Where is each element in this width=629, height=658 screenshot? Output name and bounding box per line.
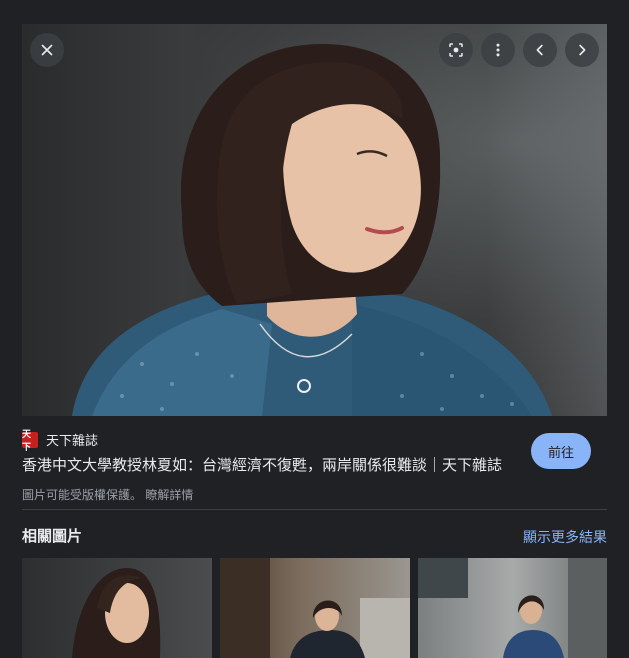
related-image-1[interactable]: [22, 558, 212, 658]
learn-more-link[interactable]: 瞭解詳情: [145, 488, 193, 502]
next-image-button[interactable]: [565, 33, 599, 67]
main-image[interactable]: [22, 24, 607, 416]
more-vert-icon: [496, 43, 500, 57]
lens-icon: [449, 43, 463, 57]
image-viewer-panel: 天下 天下雜誌 香港中文大學教授林夏如：台灣經濟不復甦，兩岸關係很難談｜天下雜誌…: [22, 24, 607, 658]
source-favicon: 天下: [22, 429, 38, 452]
source-name[interactable]: 天下雜誌: [46, 430, 98, 449]
related-images-row: [22, 558, 607, 658]
show-more-results-link[interactable]: 顯示更多結果: [523, 527, 607, 547]
previous-image-button[interactable]: [523, 33, 557, 67]
related-images-heading: 相關圖片: [22, 528, 83, 545]
divider: [22, 509, 607, 510]
visit-button[interactable]: 前往: [531, 433, 591, 469]
copyright-notice: 圖片可能受版權保護。 瞭解詳情: [22, 486, 193, 503]
image-title[interactable]: 香港中文大學教授林夏如：台灣經濟不復甦，兩岸關係很難談｜天下雜誌: [22, 454, 502, 475]
lens-button[interactable]: [439, 33, 473, 67]
source-row[interactable]: 天下 天下雜誌: [22, 429, 98, 452]
related-image-2[interactable]: [220, 558, 410, 658]
portrait-illustration: [72, 44, 552, 416]
close-icon: [41, 44, 53, 56]
more-options-button[interactable]: [481, 33, 515, 67]
close-button[interactable]: [30, 33, 64, 67]
chevron-right-icon: [579, 44, 586, 56]
copyright-text: 圖片可能受版權保護。: [22, 488, 143, 502]
related-image-3[interactable]: [418, 558, 607, 658]
chevron-left-icon: [536, 44, 543, 56]
